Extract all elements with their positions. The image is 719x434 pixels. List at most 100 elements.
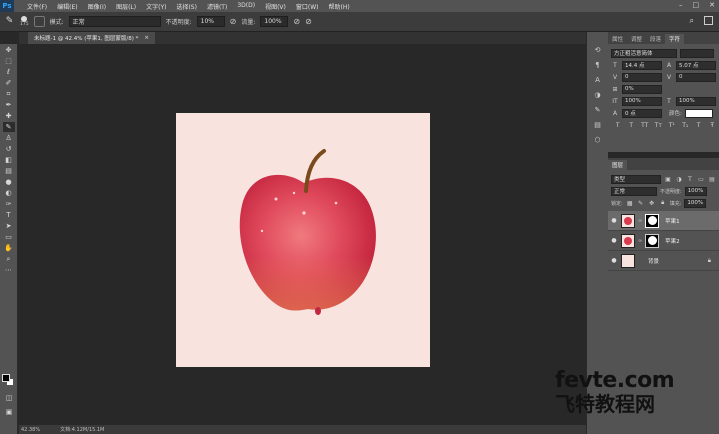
brush-settings-icon[interactable]: ✎ — [592, 106, 604, 116]
dodge-tool-icon[interactable]: ◐ — [3, 188, 15, 198]
lock-pixels-icon[interactable]: ▦ — [626, 200, 634, 207]
tab-layers[interactable]: 图层 — [608, 160, 628, 170]
zoom-tool-icon[interactable]: ⌕ — [3, 254, 15, 264]
menu-image[interactable]: 图像(I) — [83, 2, 111, 11]
tab-properties[interactable]: 属性 — [608, 34, 627, 44]
link-icon[interactable]: ∞ — [638, 238, 642, 244]
filter-adjust-icon[interactable]: ◑ — [675, 176, 683, 183]
eraser-tool-icon[interactable]: ◧ — [3, 155, 15, 165]
quick-mask-icon[interactable]: ◫ — [3, 393, 15, 403]
minimize-icon[interactable]: – — [679, 1, 683, 9]
3d-icon[interactable]: ⬡ — [592, 136, 604, 146]
move-tool-icon[interactable]: ✥ — [3, 45, 15, 55]
eyedropper-tool-icon[interactable]: ✒ — [3, 100, 15, 110]
lock-paint-icon[interactable]: ✎ — [637, 200, 645, 207]
more-tools-icon[interactable]: ⋯ — [3, 265, 15, 275]
filter-smart-icon[interactable]: ▤ — [708, 176, 716, 183]
paragraph-panel-icon[interactable]: ¶ — [592, 61, 604, 71]
blur-tool-icon[interactable]: ● — [3, 177, 15, 187]
tab-adjustments[interactable]: 调整 — [627, 34, 646, 44]
lasso-tool-icon[interactable]: ℓ — [3, 67, 15, 77]
search-icon[interactable]: ⌕ — [690, 16, 694, 26]
screen-mode-icon[interactable]: ▣ — [3, 407, 15, 417]
clone-stamp-tool-icon[interactable]: ♙ — [3, 133, 15, 143]
close-tab-icon[interactable]: × — [144, 35, 149, 41]
brush-panel-icon[interactable] — [33, 16, 45, 27]
lock-all-icon[interactable]: 🔒︎ — [659, 199, 667, 207]
filter-type-icon[interactable]: T — [686, 176, 694, 183]
strikethrough-icon[interactable]: Ŧ — [709, 122, 717, 129]
small-caps-icon[interactable]: Tт — [655, 122, 663, 129]
menu-layer[interactable]: 图层(L) — [111, 2, 141, 11]
properties-icon[interactable]: ▤ — [592, 121, 604, 131]
history-brush-tool-icon[interactable]: ↺ — [3, 144, 15, 154]
layer-apple-1[interactable]: ● ∞ 苹果1 — [608, 211, 719, 231]
path-select-tool-icon[interactable]: ➤ — [3, 221, 15, 231]
menu-file[interactable]: 文件(F) — [22, 2, 52, 11]
faux-italic-icon[interactable]: T — [628, 122, 636, 129]
filter-shape-icon[interactable]: ▭ — [697, 176, 705, 183]
menu-help[interactable]: 帮助(H) — [324, 2, 355, 11]
foreground-color-swatch[interactable] — [2, 374, 10, 382]
zoom-level[interactable]: 42.38% — [21, 427, 40, 433]
scale-input[interactable]: 0% — [622, 84, 662, 94]
all-caps-icon[interactable]: TT — [641, 122, 649, 129]
maximize-icon[interactable]: □ — [693, 1, 700, 9]
visibility-eye-icon[interactable]: ● — [610, 257, 618, 264]
layer-mask-thumbnail[interactable] — [645, 233, 660, 248]
airbrush-icon[interactable]: ⊘ — [293, 17, 300, 26]
underline-icon[interactable]: T — [695, 122, 703, 129]
hand-tool-icon[interactable]: ✋ — [3, 243, 15, 253]
pen-tool-icon[interactable]: ✑ — [3, 199, 15, 209]
tab-paragraph[interactable]: 段落 — [646, 34, 665, 44]
flow-input[interactable]: 100% — [260, 16, 289, 27]
menu-type[interactable]: 文字(Y) — [141, 2, 171, 11]
adjustments-icon[interactable]: ◑ — [592, 91, 604, 101]
close-icon[interactable]: ✕ — [709, 1, 715, 9]
vertical-scale-input[interactable]: 100% — [622, 96, 662, 106]
marquee-tool-icon[interactable]: ⬚ — [3, 56, 15, 66]
font-size-input[interactable]: 14.4 点 — [622, 60, 662, 70]
menu-select[interactable]: 选择(S) — [171, 2, 202, 11]
mode-select[interactable]: 正常 — [68, 16, 161, 27]
menu-filter[interactable]: 滤镜(T) — [202, 2, 232, 11]
visibility-eye-icon[interactable]: ● — [610, 217, 618, 224]
superscript-icon[interactable]: T¹ — [668, 122, 676, 129]
layer-background[interactable]: ● 背景 🔒︎ — [608, 251, 719, 271]
filter-pixel-icon[interactable]: ▣ — [664, 176, 672, 183]
layer-apple-2[interactable]: ● ∞ 苹果2 — [608, 231, 719, 251]
menu-view[interactable]: 视图(V) — [260, 2, 291, 11]
brush-tool-icon[interactable]: ✎ — [4, 16, 15, 27]
text-color-swatch[interactable] — [684, 108, 713, 118]
menu-edit[interactable]: 编辑(E) — [52, 2, 82, 11]
leading-input[interactable]: 5.07 点 — [676, 60, 716, 70]
font-family-select[interactable]: 方正粗活意简体 — [611, 48, 677, 58]
font-style-select[interactable] — [680, 48, 714, 58]
layer-name[interactable]: 苹果1 — [665, 217, 680, 225]
blend-mode-select[interactable]: 正常 — [611, 186, 657, 196]
horizontal-scale-input[interactable]: 100% — [676, 96, 716, 106]
quick-select-tool-icon[interactable]: ✐ — [3, 78, 15, 88]
faux-bold-icon[interactable]: T — [614, 122, 622, 129]
layer-name[interactable]: 苹果2 — [665, 237, 680, 245]
shape-tool-icon[interactable]: ▭ — [3, 232, 15, 242]
tracking-input[interactable]: 0 — [676, 72, 716, 82]
lock-move-icon[interactable]: ✥ — [648, 200, 656, 207]
menu-3d[interactable]: 3D(D) — [232, 2, 260, 11]
link-icon[interactable]: ∞ — [638, 218, 642, 224]
kerning-input[interactable]: 0 — [622, 72, 662, 82]
crop-tool-icon[interactable]: ⌗ — [3, 89, 15, 99]
character-panel-icon[interactable]: A — [592, 76, 604, 86]
fill-input[interactable]: 100% — [684, 198, 707, 208]
brush-tool-icon[interactable]: ✎ — [2, 122, 15, 132]
layer-kind-filter[interactable]: 类型 — [611, 174, 661, 184]
layer-name[interactable]: 背景 — [648, 257, 659, 265]
visibility-eye-icon[interactable]: ● — [610, 237, 618, 244]
healing-brush-tool-icon[interactable]: ✚ — [3, 111, 15, 121]
opacity-input[interactable]: 10% — [196, 16, 225, 27]
pressure-opacity-icon[interactable]: ⊘ — [230, 17, 237, 26]
layer-opacity-input[interactable]: 100% — [684, 186, 707, 196]
subscript-icon[interactable]: T₁ — [682, 122, 690, 129]
brush-preset-picker[interactable]: 175 — [20, 16, 29, 27]
history-icon[interactable]: ⟲ — [592, 46, 604, 56]
